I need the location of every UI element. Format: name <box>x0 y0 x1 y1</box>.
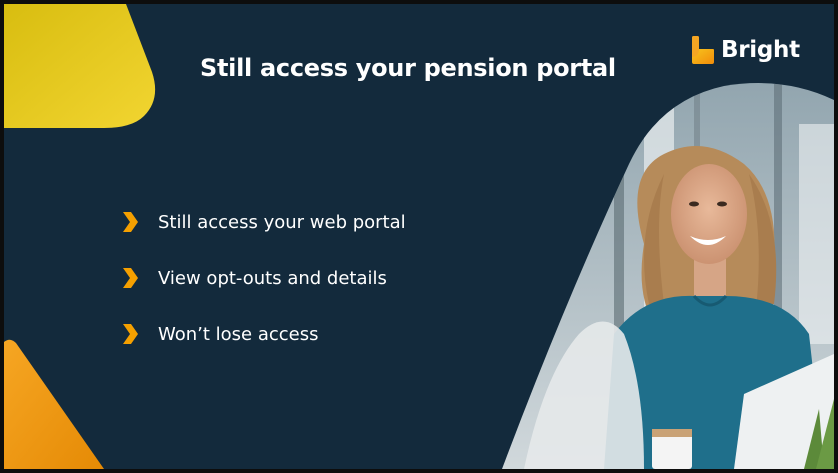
chevron-right-icon <box>123 324 138 344</box>
bullet-item: View opt-outs and details <box>120 250 406 306</box>
bullet-text: View opt-outs and details <box>158 267 387 289</box>
chevron-right-icon <box>123 268 138 288</box>
bullet-list: Still access your web portal View opt-ou… <box>120 194 406 362</box>
bullet-text: Still access your web portal <box>158 211 406 233</box>
brand-logo: Bright <box>691 30 800 70</box>
bullet-item: Won’t lose access <box>120 306 406 362</box>
bullet-item: Still access your web portal <box>120 194 406 250</box>
brand-name: Bright <box>721 37 800 63</box>
chevron-right-icon <box>123 212 138 232</box>
bullet-text: Won’t lose access <box>158 323 319 345</box>
slide-title: Still access your pension portal <box>200 54 616 82</box>
presentation-slide: Still access your pension portal Bright … <box>4 4 834 469</box>
bright-logo-mark-icon <box>692 36 714 64</box>
